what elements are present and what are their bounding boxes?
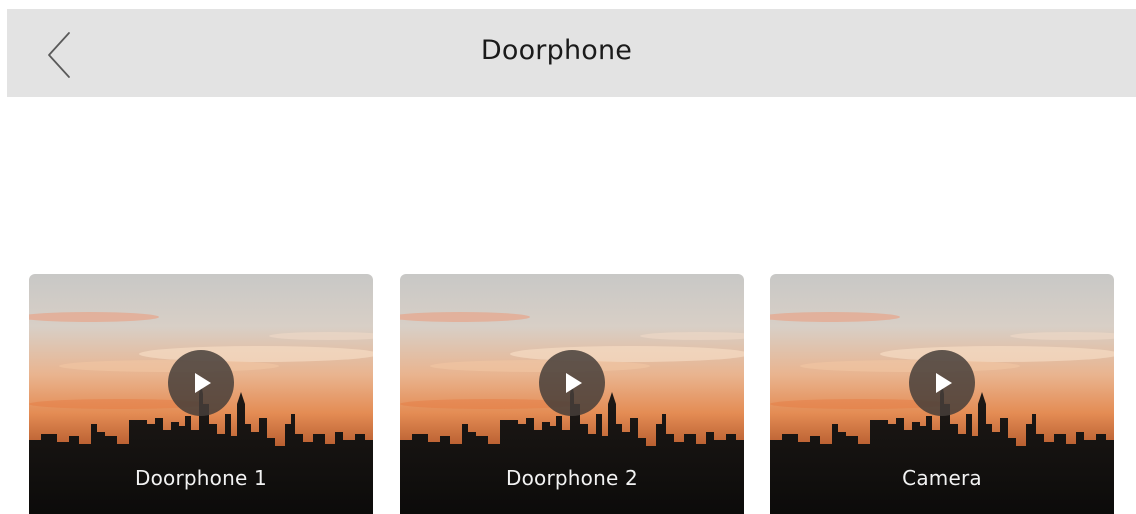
- play-icon: [195, 373, 211, 393]
- card-label: Doorphone 1: [135, 466, 267, 490]
- app-header: Doorphone: [7, 9, 1136, 97]
- page-title: Doorphone: [480, 35, 633, 66]
- video-card-doorphone-2[interactable]: Doorphone 2: [400, 274, 744, 514]
- play-button[interactable]: [539, 350, 605, 416]
- play-button[interactable]: [168, 350, 234, 416]
- card-label: Camera: [902, 466, 982, 490]
- play-icon: [936, 373, 952, 393]
- video-card-doorphone-1[interactable]: Doorphone 1: [29, 274, 373, 514]
- play-button[interactable]: [909, 350, 975, 416]
- card-label: Doorphone 2: [506, 466, 638, 490]
- play-icon: [566, 373, 582, 393]
- video-card-camera[interactable]: Camera: [770, 274, 1114, 514]
